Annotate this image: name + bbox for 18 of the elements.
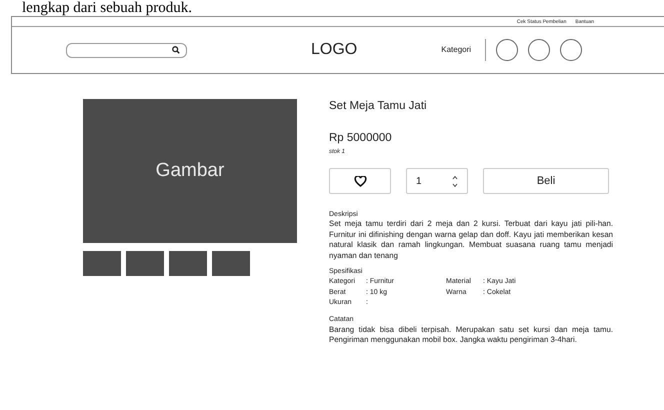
price: Rp 5000000 [329,131,393,146]
search-field[interactable] [66,42,187,58]
heart-icon [354,176,366,186]
search-icon [172,46,180,54]
buy-button[interactable]: Beli [483,168,609,194]
document-text: lengkap dari sebuah produk. [21,0,193,16]
thumbnail[interactable] [169,251,207,276]
quantity-field[interactable]: 1 [406,168,468,194]
thumbnail[interactable] [212,251,250,276]
wishlist-button[interactable] [329,168,391,194]
stepper-icon[interactable] [452,174,458,188]
image-label: Gambar [156,158,224,183]
category-menu[interactable]: Kategori [441,44,472,56]
thumbnail[interactable] [126,251,164,276]
thumbnail[interactable] [83,251,121,276]
logo[interactable]: LOGO [311,41,358,59]
quantity-value: 1 [416,174,422,188]
product-title: Set Meja Tamu Jati [329,99,428,114]
